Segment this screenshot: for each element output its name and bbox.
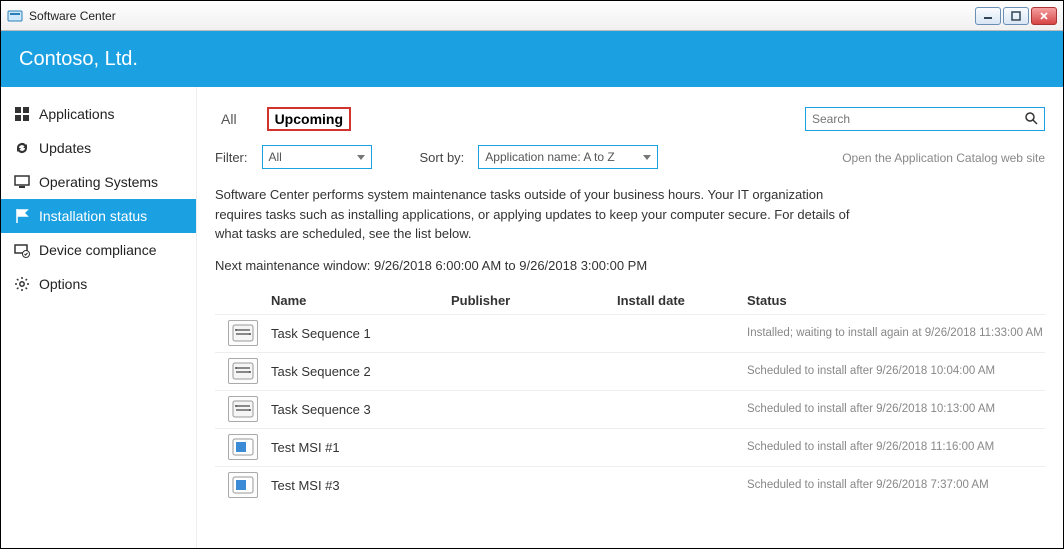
chevron-down-icon [357, 155, 365, 160]
col-install-date[interactable]: Install date [617, 293, 747, 308]
catalog-link[interactable]: Open the Application Catalog web site [805, 151, 1045, 165]
row-icon [215, 434, 271, 460]
sidebar-item-operating-systems[interactable]: Operating Systems [1, 165, 196, 199]
monitor-icon [13, 173, 31, 191]
col-status[interactable]: Status [747, 293, 1045, 308]
row-name: Task Sequence 2 [271, 364, 451, 379]
filter-dropdown[interactable]: All [262, 145, 372, 169]
table-row[interactable]: Test MSI #3 Scheduled to install after 9/… [215, 466, 1045, 504]
search-box[interactable] [805, 107, 1045, 131]
sidebar-item-label: Updates [39, 140, 91, 156]
sort-label: Sort by: [420, 150, 465, 165]
minimize-button[interactable] [975, 7, 1001, 25]
compliance-icon [13, 241, 31, 259]
window-controls [975, 7, 1057, 25]
org-name: Contoso, Ltd. [19, 48, 138, 71]
row-name: Test MSI #3 [271, 478, 451, 493]
sort-value: Application name: A to Z [485, 150, 614, 164]
sidebar: Applications Updates Operating Systems I… [1, 87, 197, 548]
sidebar-item-label: Installation status [39, 208, 147, 224]
gear-icon [13, 275, 31, 293]
row-icon [215, 396, 271, 422]
col-name[interactable]: Name [271, 293, 451, 308]
row-status: Scheduled to install after 9/26/2018 7:3… [747, 479, 1045, 491]
row-name: Task Sequence 1 [271, 326, 451, 341]
sidebar-item-applications[interactable]: Applications [1, 97, 196, 131]
maintenance-window-text: Next maintenance window: 9/26/2018 6:00:… [215, 258, 1045, 273]
table-row[interactable]: Task Sequence 3 Scheduled to install afte… [215, 390, 1045, 428]
tab-upcoming[interactable]: Upcoming [267, 107, 351, 131]
installer-icon [228, 472, 258, 498]
row-icon [215, 472, 271, 498]
main-panel: All Upcoming Filter: All Sort by: Applic… [197, 87, 1063, 548]
status-tabs: All Upcoming [215, 107, 805, 131]
table-header: Name Publisher Install date Status [215, 287, 1045, 314]
org-banner: Contoso, Ltd. [1, 31, 1063, 87]
sidebar-item-options[interactable]: Options [1, 267, 196, 301]
row-icon [215, 358, 271, 384]
flag-icon [13, 207, 31, 225]
row-icon [215, 320, 271, 346]
refresh-icon [13, 139, 31, 157]
task-sequence-icon [228, 358, 258, 384]
filter-value: All [269, 150, 282, 164]
row-status: Installed; waiting to install again at 9… [747, 327, 1045, 339]
tab-all[interactable]: All [215, 109, 243, 129]
sidebar-item-device-compliance[interactable]: Device compliance [1, 233, 196, 267]
table-row[interactable]: Test MSI #1 Scheduled to install after 9/… [215, 428, 1045, 466]
close-button[interactable] [1031, 7, 1057, 25]
app-icon [7, 8, 23, 24]
filter-label: Filter: [215, 150, 248, 165]
sidebar-item-updates[interactable]: Updates [1, 131, 196, 165]
sidebar-item-label: Device compliance [39, 242, 157, 258]
chevron-down-icon [643, 155, 651, 160]
installer-icon [228, 434, 258, 460]
search-input[interactable] [812, 112, 1024, 126]
window-title: Software Center [29, 9, 975, 23]
table-row[interactable]: Task Sequence 2 Scheduled to install afte… [215, 352, 1045, 390]
sort-dropdown[interactable]: Application name: A to Z [478, 145, 658, 169]
sidebar-item-label: Operating Systems [39, 174, 158, 190]
titlebar: Software Center [1, 1, 1063, 31]
app-window: Software Center Contoso, Ltd. Applicatio… [0, 0, 1064, 549]
sidebar-item-label: Options [39, 276, 87, 292]
content-area: Applications Updates Operating Systems I… [1, 87, 1063, 548]
row-status: Scheduled to install after 9/26/2018 10:… [747, 365, 1045, 377]
sidebar-item-label: Applications [39, 106, 115, 122]
task-sequence-icon [228, 396, 258, 422]
row-name: Task Sequence 3 [271, 402, 451, 417]
row-status: Scheduled to install after 9/26/2018 10:… [747, 403, 1045, 415]
table-body: Task Sequence 1 Installed; waiting to ins… [215, 314, 1045, 504]
row-name: Test MSI #1 [271, 440, 451, 455]
search-icon [1024, 111, 1038, 128]
task-sequence-icon [228, 320, 258, 346]
sidebar-item-installation-status[interactable]: Installation status [1, 199, 196, 233]
description-text: Software Center performs system maintena… [215, 185, 855, 244]
grid-icon [13, 105, 31, 123]
row-status: Scheduled to install after 9/26/2018 11:… [747, 441, 1045, 453]
table-row[interactable]: Task Sequence 1 Installed; waiting to ins… [215, 314, 1045, 352]
col-publisher[interactable]: Publisher [451, 293, 617, 308]
maximize-button[interactable] [1003, 7, 1029, 25]
